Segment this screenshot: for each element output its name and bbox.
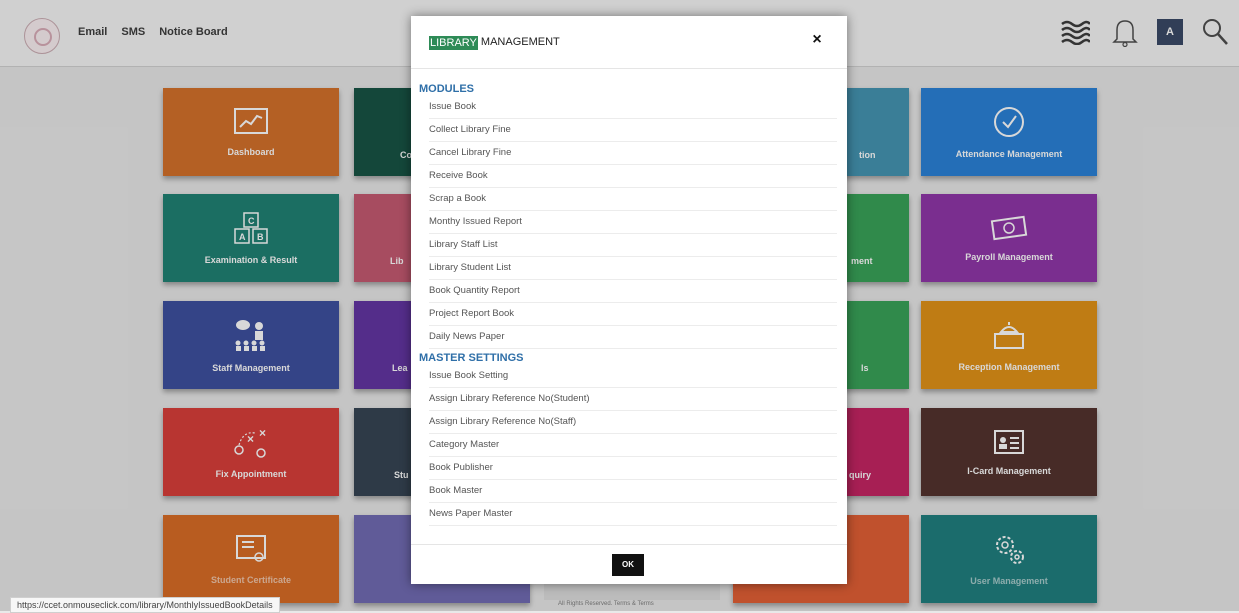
- modal-title-rest: MANAGEMENT: [477, 36, 560, 48]
- menu-item[interactable]: Receive Book: [429, 165, 837, 188]
- menu-item[interactable]: Assign Library Reference No(Staff): [429, 411, 837, 434]
- menu-item[interactable]: Issue Book: [429, 96, 837, 119]
- menu-item[interactable]: Monthy Issued Report: [429, 211, 837, 234]
- modal-title: LIBRARY MANAGEMENT: [429, 36, 560, 50]
- modal-title-highlight: LIBRARY: [429, 36, 478, 50]
- menu-item[interactable]: Collect Library Fine: [429, 119, 837, 142]
- menu-item[interactable]: Book Master: [429, 480, 837, 503]
- menu-item[interactable]: Assign Library Reference No(Student): [429, 388, 837, 411]
- menu-item[interactable]: Library Student List: [429, 257, 837, 280]
- modal-footer: OK: [411, 544, 847, 585]
- menu-item[interactable]: Issue Book Setting: [429, 365, 837, 388]
- master-settings-list: Issue Book Setting Assign Library Referen…: [419, 365, 839, 526]
- menu-item[interactable]: News Paper Master: [429, 503, 837, 526]
- menu-item[interactable]: Scrap a Book: [429, 188, 837, 211]
- library-management-modal: LIBRARY MANAGEMENT × MODULES Issue Book C…: [411, 16, 847, 584]
- modules-list: Issue Book Collect Library Fine Cancel Lib…: [419, 96, 839, 349]
- menu-item[interactable]: Project Report Book: [429, 303, 837, 326]
- modal-header: LIBRARY MANAGEMENT ×: [411, 16, 847, 69]
- modal-body: MODULES Issue Book Collect Library Fine Ca…: [419, 82, 839, 526]
- menu-item[interactable]: Category Master: [429, 434, 837, 457]
- master-settings-heading: MASTER SETTINGS: [419, 352, 524, 364]
- dashboard-page: Email SMS Notice Board A Dashboard Co ti…: [0, 0, 1239, 613]
- modules-heading: MODULES: [419, 83, 474, 95]
- ok-button[interactable]: OK: [612, 554, 644, 576]
- menu-item[interactable]: Book Quantity Report: [429, 280, 837, 303]
- menu-item[interactable]: Library Staff List: [429, 234, 837, 257]
- menu-item[interactable]: Cancel Library Fine: [429, 142, 837, 165]
- close-icon[interactable]: ×: [809, 31, 825, 49]
- menu-item[interactable]: Daily News Paper: [429, 326, 837, 349]
- menu-item[interactable]: Book Publisher: [429, 457, 837, 480]
